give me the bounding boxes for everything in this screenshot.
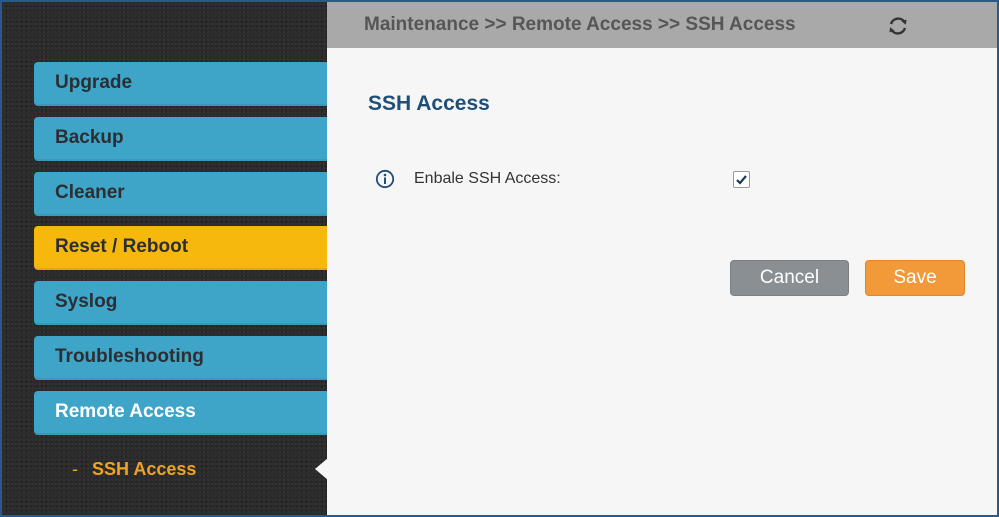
header-bar: Maintenance >> Remote Access >> SSH Acce…: [327, 2, 997, 48]
sidebar-subitem-ssh-access[interactable]: - SSH Access: [72, 454, 196, 484]
sidebar-item-reset-reboot[interactable]: Reset / Reboot: [34, 226, 327, 270]
sidebar-item-syslog[interactable]: Syslog: [34, 281, 327, 325]
refresh-icon[interactable]: [887, 15, 909, 37]
sidebar: Upgrade Backup Cleaner Reset / Reboot Sy…: [2, 2, 328, 515]
subitem-label: SSH Access: [92, 459, 197, 479]
info-icon[interactable]: [375, 169, 395, 189]
sidebar-item-backup[interactable]: Backup: [34, 117, 327, 161]
sidebar-item-troubleshooting[interactable]: Troubleshooting: [34, 336, 327, 380]
ssh-access-label: Enbale SSH Access:: [414, 170, 561, 187]
app-frame: Upgrade Backup Cleaner Reset / Reboot Sy…: [0, 0, 999, 517]
ssh-access-checkbox[interactable]: [733, 171, 750, 188]
sidebar-item-upgrade[interactable]: Upgrade: [34, 62, 327, 106]
checkmark-icon: [736, 175, 747, 185]
subitem-dash: -: [72, 459, 78, 479]
page-title: SSH Access: [368, 92, 490, 115]
breadcrumb: Maintenance >> Remote Access >> SSH Acce…: [364, 14, 796, 35]
sidebar-item-cleaner[interactable]: Cleaner: [34, 172, 327, 216]
cancel-button[interactable]: Cancel: [730, 260, 849, 296]
save-button[interactable]: Save: [865, 260, 965, 296]
main-content: SSH Access Enbale SSH Access: Cancel Sav…: [327, 48, 997, 515]
sidebar-item-remote-access[interactable]: Remote Access: [34, 391, 327, 435]
